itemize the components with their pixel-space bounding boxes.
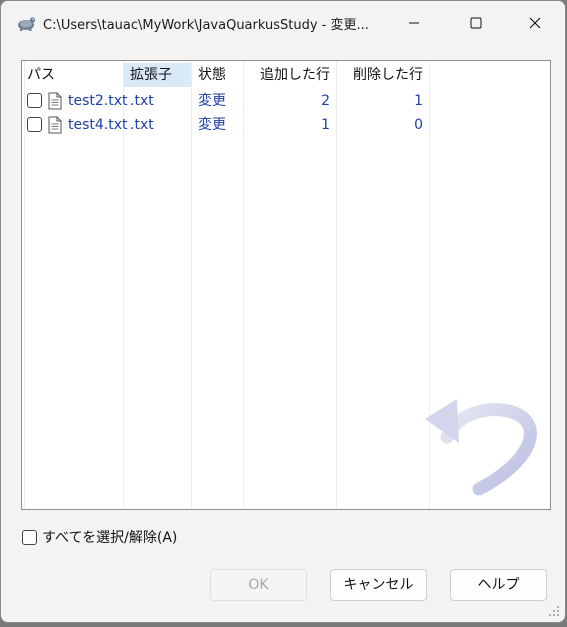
file-extension: .txt xyxy=(130,93,154,109)
file-row[interactable]: test4.txt .txt 変更 1 0 xyxy=(22,113,550,137)
maximize-button[interactable] xyxy=(447,1,505,45)
select-all-label[interactable]: すべてを選択/解除(A) xyxy=(42,527,177,547)
title-bar[interactable]: C:\Users\tauac\MyWork\JavaQuarkusStudy -… xyxy=(1,1,565,45)
text-file-icon xyxy=(48,116,62,134)
resize-grip-icon[interactable] xyxy=(548,605,560,617)
text-file-icon xyxy=(48,92,62,110)
file-lines-added: 1 xyxy=(321,117,330,133)
column-header-status[interactable]: 状態 xyxy=(198,63,226,87)
select-all-checkbox[interactable]: すべてを選択/解除(A) xyxy=(22,528,177,546)
maximize-icon xyxy=(470,17,482,29)
file-lines-removed: 1 xyxy=(414,93,423,109)
file-row[interactable]: test2.txt .txt 変更 2 1 xyxy=(22,89,550,113)
column-header-lines-added[interactable]: 追加した行 xyxy=(243,63,330,87)
file-status: 変更 xyxy=(198,93,226,109)
column-header-lines-removed[interactable]: 削除した行 xyxy=(336,63,423,87)
file-name: test2.txt xyxy=(68,93,128,109)
help-button[interactable]: ヘルプ xyxy=(450,569,547,601)
revert-dialog: C:\Users\tauac\MyWork\JavaQuarkusStudy -… xyxy=(0,0,566,623)
file-name: test4.txt xyxy=(68,117,128,133)
close-icon xyxy=(529,17,541,29)
minimize-icon xyxy=(409,22,419,24)
window-title: C:\Users\tauac\MyWork\JavaQuarkusStudy -… xyxy=(43,18,369,33)
minimize-button[interactable] xyxy=(385,1,443,45)
file-checkbox[interactable] xyxy=(27,117,42,132)
file-checkbox[interactable] xyxy=(27,93,42,108)
file-status: 変更 xyxy=(198,117,226,133)
select-all-box[interactable] xyxy=(22,529,37,545)
file-extension: .txt xyxy=(130,117,154,133)
column-header-extension[interactable]: 拡張子 xyxy=(124,63,191,87)
revert-arrow-icon xyxy=(425,399,537,496)
file-lines-removed: 0 xyxy=(414,117,423,133)
ok-button[interactable]: OK xyxy=(210,569,307,601)
column-header-path[interactable]: パス xyxy=(27,63,55,87)
file-list[interactable]: パス 拡張子 状態 追加した行 削除した行 test2.txt .txt 変更 … xyxy=(21,60,551,510)
file-lines-added: 2 xyxy=(321,93,330,109)
tortoise-icon xyxy=(18,17,36,31)
cancel-button[interactable]: キャンセル xyxy=(330,569,427,601)
close-button[interactable] xyxy=(506,1,564,45)
